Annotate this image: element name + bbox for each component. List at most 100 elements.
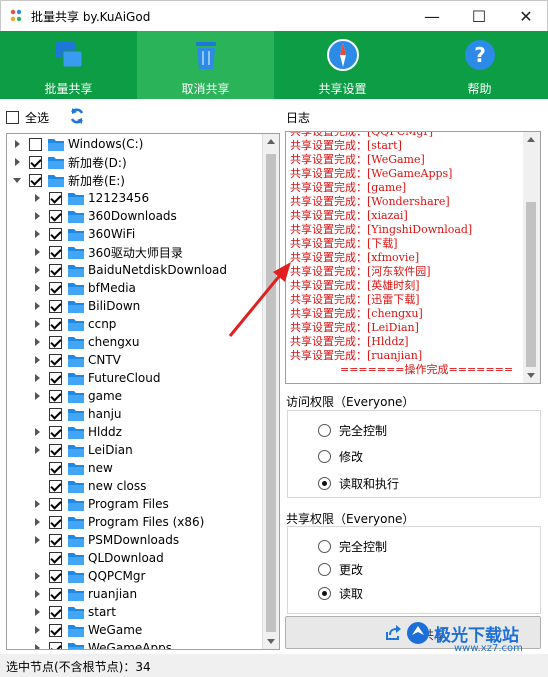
radio-button[interactable] [318, 586, 331, 600]
select-all-box[interactable] [6, 110, 19, 124]
tree-item-checkbox[interactable] [49, 623, 62, 637]
tree-item-checkbox[interactable] [49, 605, 62, 619]
tree-item-checkbox[interactable] [49, 263, 62, 277]
chevron-right-icon[interactable] [33, 355, 43, 365]
chevron-right-icon[interactable] [33, 643, 43, 649]
tree-item[interactable]: 360驱动大师目录 [33, 243, 183, 261]
tree-item[interactable]: start [33, 603, 116, 621]
tree-item-checkbox[interactable] [49, 299, 62, 313]
tree-item-checkbox[interactable] [29, 137, 42, 151]
tree-item[interactable]: FutureCloud [33, 369, 161, 387]
tree-item[interactable]: 新加卷(E:) [13, 171, 125, 189]
chevron-right-icon[interactable] [33, 499, 43, 509]
tree-item[interactable]: LeiDian [33, 441, 133, 459]
chevron-right-icon[interactable] [33, 571, 43, 581]
tree-item-checkbox[interactable] [49, 191, 62, 205]
tree-item-checkbox[interactable] [49, 587, 62, 601]
scroll-down-icon[interactable] [267, 639, 275, 644]
tree-item[interactable]: Windows(C:) [13, 135, 143, 153]
tree-item[interactable]: new [33, 459, 113, 477]
scroll-down-icon[interactable] [527, 373, 535, 378]
refresh-icon[interactable] [68, 107, 86, 125]
tree-item-checkbox[interactable] [49, 515, 62, 529]
tree-item-checkbox[interactable] [49, 479, 62, 493]
select-all-checkbox[interactable]: 全选 [6, 108, 49, 126]
tree-item[interactable]: hanju [33, 405, 122, 423]
chevron-right-icon[interactable] [33, 265, 43, 275]
access-option-full[interactable]: 完全控制 [318, 421, 387, 439]
chevron-right-icon[interactable] [33, 625, 43, 635]
chevron-right-icon[interactable] [33, 589, 43, 599]
radio-button[interactable] [318, 476, 331, 490]
share-option-full[interactable]: 完全控制 [318, 537, 387, 555]
radio-button[interactable] [318, 449, 331, 463]
tree-item[interactable]: Hlddz [33, 423, 122, 441]
tree-item-checkbox[interactable] [49, 227, 62, 241]
chevron-right-icon[interactable] [33, 247, 43, 257]
chevron-right-icon[interactable] [33, 373, 43, 383]
radio-button[interactable] [318, 562, 331, 576]
toolbar-share-settings[interactable]: 共享设置 [274, 31, 411, 99]
tree-item[interactable]: ruanjian [33, 585, 137, 603]
chevron-right-icon[interactable] [33, 319, 43, 329]
tree-item[interactable]: PSMDownloads [33, 531, 179, 549]
log-box[interactable]: 共享设置完成：[QQPCMgr] 共享设置完成：[start] 共享设置完成：[We… [285, 131, 541, 384]
tree-item[interactable]: ccnp [33, 315, 116, 333]
tree-item-checkbox[interactable] [49, 407, 62, 421]
tree-item-checkbox[interactable] [49, 335, 62, 349]
tree-item[interactable]: Program Files (x86) [33, 513, 204, 531]
chevron-down-icon[interactable] [13, 175, 23, 185]
scroll-thumb[interactable] [526, 202, 536, 367]
chevron-right-icon[interactable] [13, 139, 23, 149]
chevron-right-icon[interactable] [33, 283, 43, 293]
close-button[interactable]: ✕ [503, 1, 548, 32]
tree-item[interactable]: WeGame [33, 621, 142, 639]
tree-item-checkbox[interactable] [49, 425, 62, 439]
toolbar-batch-share[interactable]: 批量共享 [0, 31, 137, 99]
tree-item[interactable]: CNTV [33, 351, 121, 369]
tree-item[interactable]: 360Downloads [33, 207, 177, 225]
tree-item-checkbox[interactable] [49, 389, 62, 403]
access-option-modify[interactable]: 修改 [318, 447, 363, 465]
chevron-right-icon[interactable] [33, 427, 43, 437]
chevron-right-icon[interactable] [33, 391, 43, 401]
share-option-change[interactable]: 更改 [318, 560, 363, 578]
tree-item-checkbox[interactable] [49, 461, 62, 475]
chevron-right-icon[interactable] [13, 157, 23, 167]
tree-item-checkbox[interactable] [49, 551, 62, 565]
tree-item[interactable]: WeGameApps [33, 639, 172, 649]
minimize-button[interactable]: — [409, 1, 455, 32]
tree-item[interactable]: 360WiFi [33, 225, 135, 243]
tree-item[interactable]: QQPCMgr [33, 567, 145, 585]
log-scrollbar[interactable] [523, 132, 540, 383]
scroll-thumb[interactable] [266, 154, 276, 632]
chevron-right-icon[interactable] [33, 445, 43, 455]
scroll-up-icon[interactable] [267, 139, 275, 144]
tree-item-checkbox[interactable] [49, 371, 62, 385]
tree-item[interactable]: 新加卷(D:) [13, 153, 127, 171]
share-option-read[interactable]: 读取 [318, 584, 363, 602]
tree-item-checkbox[interactable] [49, 443, 62, 457]
folder-tree[interactable]: Windows(C:) 新加卷(D:) 新加卷(E:) 12123456 360Down… [6, 133, 280, 650]
tree-item[interactable]: 12123456 [33, 189, 149, 207]
radio-button[interactable] [318, 539, 331, 553]
tree-item[interactable]: Program Files [33, 495, 169, 513]
chevron-right-icon[interactable] [33, 211, 43, 221]
tree-scrollbar[interactable] [262, 134, 279, 649]
tree-item-checkbox[interactable] [49, 533, 62, 547]
tree-item-checkbox[interactable] [29, 173, 42, 187]
maximize-button[interactable]: ☐ [456, 1, 502, 32]
tree-item-checkbox[interactable] [49, 353, 62, 367]
tree-item[interactable]: BiliDown [33, 297, 140, 315]
tree-item-checkbox[interactable] [49, 497, 62, 511]
toolbar-help[interactable]: ? 帮助 [411, 31, 548, 99]
tree-item[interactable]: game [33, 387, 122, 405]
tree-item[interactable]: new closs [33, 477, 146, 495]
tree-item[interactable]: BaiduNetdiskDownload [33, 261, 227, 279]
chevron-right-icon[interactable] [33, 337, 43, 347]
tree-item-checkbox[interactable] [49, 317, 62, 331]
tree-item-checkbox[interactable] [49, 245, 62, 259]
tree-item[interactable]: bfMedia [33, 279, 136, 297]
chevron-right-icon[interactable] [33, 535, 43, 545]
tree-item-checkbox[interactable] [29, 155, 42, 169]
